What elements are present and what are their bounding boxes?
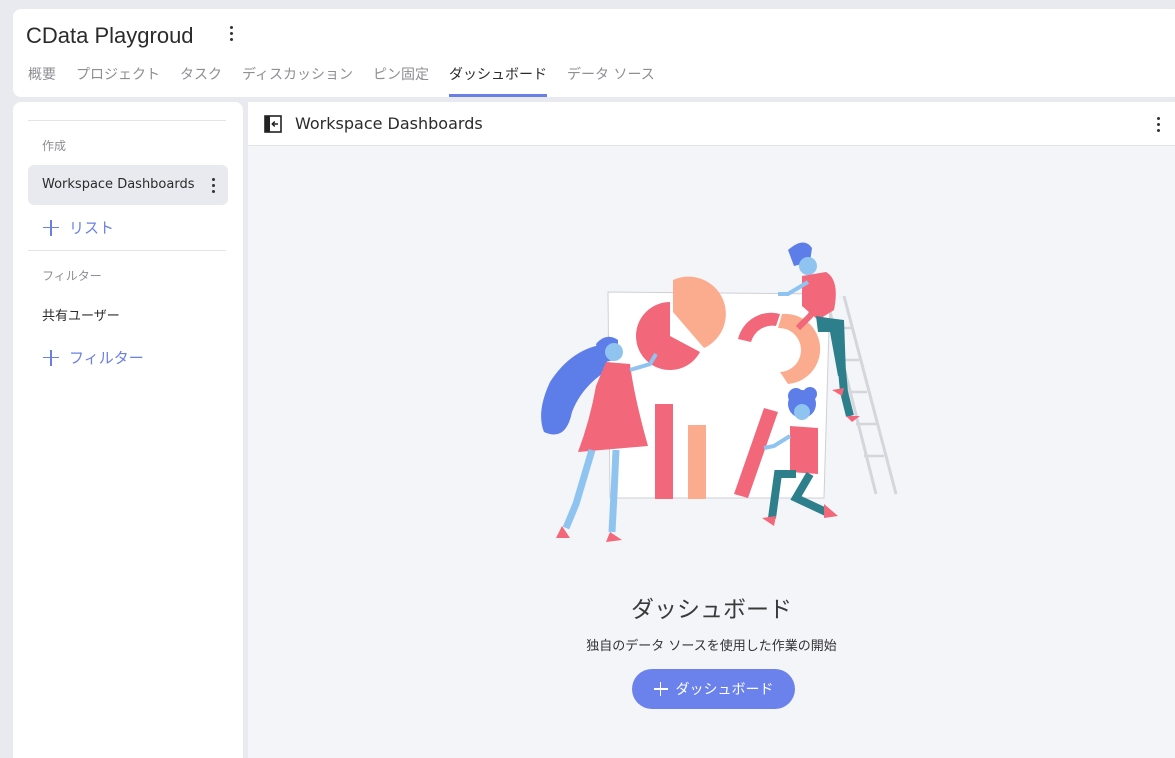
tab-overview[interactable]: 概要 <box>28 65 56 97</box>
sidebar-item-label: Workspace Dashboards <box>42 177 195 192</box>
main-header: Workspace Dashboards <box>248 102 1175 146</box>
create-dashboard-button[interactable]: ダッシュボード <box>632 669 795 709</box>
workspace-header: CData Playgroud 概要 プロジェクト タスク ディスカッション ピ… <box>13 9 1175 97</box>
tab-tasks[interactable]: タスク <box>180 65 222 97</box>
sidebar: 作成 Workspace Dashboards リスト フィルター 共有ユーザー… <box>13 102 243 758</box>
add-filter-label: フィルター <box>69 349 144 367</box>
dashboard-illustration <box>541 242 898 542</box>
add-list-label: リスト <box>69 219 115 237</box>
tab-data-sources[interactable]: データ ソース <box>567 65 655 97</box>
workspace-menu-kebab-icon[interactable] <box>223 22 239 44</box>
panel-collapse-icon[interactable] <box>264 115 282 133</box>
plus-icon <box>43 219 59 236</box>
page-title: Workspace Dashboards <box>295 114 483 133</box>
workspace-tabs: 概要 プロジェクト タスク ディスカッション ピン固定 ダッシュボード データ … <box>28 65 675 97</box>
workspace-title: CData Playgroud <box>26 23 194 48</box>
tab-dashboards[interactable]: ダッシュボード <box>449 65 548 97</box>
create-dashboard-label: ダッシュボード <box>675 681 774 697</box>
main-panel: Workspace Dashboards ダッシュボード 独自のデータ ソースを… <box>248 102 1175 758</box>
sidebar-item-workspace-dashboards[interactable]: Workspace Dashboards <box>28 165 228 205</box>
empty-state-title: ダッシュボード <box>631 597 792 623</box>
add-filter-button[interactable]: フィルター <box>43 347 144 368</box>
tab-discussions[interactable]: ディスカッション <box>242 65 353 97</box>
plus-icon <box>653 682 668 696</box>
plus-icon <box>43 349 59 366</box>
page-menu-kebab-icon[interactable] <box>1151 113 1165 135</box>
sidebar-divider <box>28 120 226 121</box>
empty-state-subtitle: 独自のデータ ソースを使用した作業の開始 <box>586 639 837 654</box>
sidebar-divider <box>28 250 226 251</box>
sidebar-section-create: 作成 <box>42 139 67 153</box>
sidebar-item-shared-users[interactable]: 共有ユーザー <box>42 305 120 324</box>
tab-projects[interactable]: プロジェクト <box>76 65 160 97</box>
tab-pinned[interactable]: ピン固定 <box>373 65 429 97</box>
add-list-button[interactable]: リスト <box>43 217 114 238</box>
sidebar-section-filter: フィルター <box>42 269 102 283</box>
sidebar-item-kebab-icon[interactable] <box>206 174 220 196</box>
